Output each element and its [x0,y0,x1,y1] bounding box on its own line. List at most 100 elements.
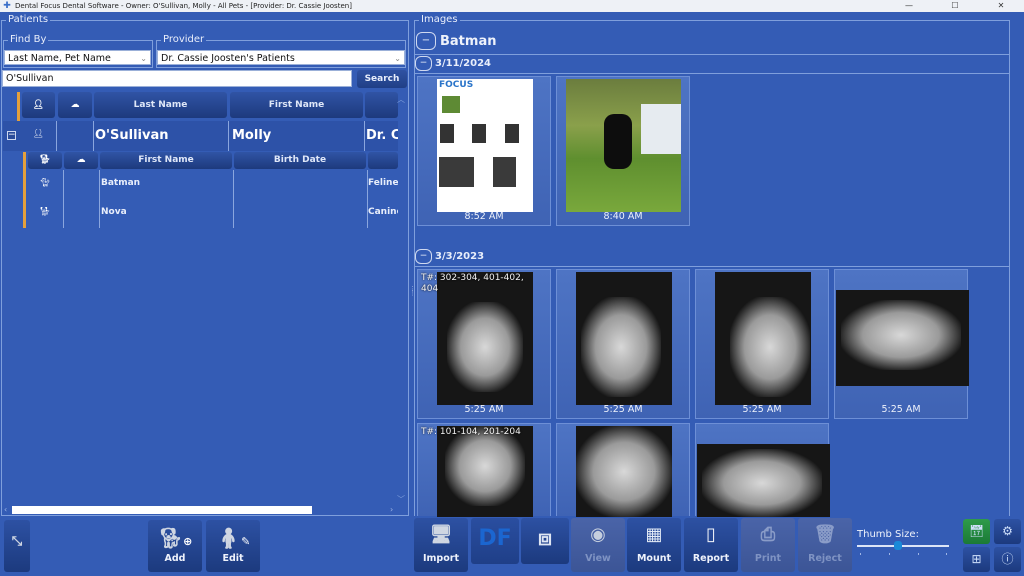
session-date: 3/11/2024 [435,58,492,69]
app-logo-icon: ✚ [3,1,11,11]
image-thumbnail[interactable]: 5:25 AM [834,269,969,419]
report-xray [493,157,516,187]
collapse-session-button[interactable]: − [415,249,432,264]
xray-image [437,426,533,517]
find-by-select[interactable]: Last Name, Pet Name ⌄ [4,50,151,65]
import-button[interactable]: 🖥︎ Import [414,518,468,572]
owner-icon-column-header[interactable]: 👤︎ [22,92,55,118]
report-xray [505,124,519,143]
first-name-column-header[interactable]: First Name [230,92,363,118]
minimize-button[interactable]: — [886,0,932,12]
info-icon: ⓘ [1001,552,1014,566]
pet-species: Feline [368,178,398,188]
search-input[interactable] [2,70,352,87]
xray-bone [576,426,672,517]
thumbnail-time: 8:40 AM [603,211,643,222]
pet-cloud-column-header[interactable]: ☁ [64,152,98,169]
slider-tick [946,553,947,555]
report-button[interactable]: ▯ Report [684,518,738,572]
divider [415,73,1010,74]
settings-button[interactable]: ⚙ [994,519,1021,544]
sensor-button[interactable]: ⧈ [521,518,569,564]
pet-first-name: Nova [101,207,127,217]
thumb-size-slider[interactable] [857,545,949,547]
calendar-button[interactable]: 📅︎ [963,519,990,544]
scroll-up-icon[interactable]: ︿ [397,94,405,105]
title-bar: ✚ Dental Focus Dental Software - Owner: … [0,0,1024,12]
report-xray [439,157,474,187]
image-thumbnail[interactable] [556,423,690,517]
thumb-size-slider-knob[interactable] [894,541,903,550]
cloud-column-header[interactable]: ☁ [58,92,92,118]
thumbnail-time: 8:52 AM [464,211,504,222]
image-thumbnail[interactable] [695,423,830,517]
image-thumbnail[interactable]: T#: 101-104, 201-204 [417,423,551,517]
add-button[interactable]: 🐕︎⊕ Add [148,520,202,572]
reject-button[interactable]: 🗑︎ Reject [798,518,852,572]
mount-button[interactable]: ▦ Mount [627,518,681,572]
scroll-right-icon[interactable]: › [390,505,393,514]
thumbnail-time: 5:25 AM [742,404,782,415]
horizontal-scrollbar[interactable]: ‹ › [4,505,398,515]
images-group-label: Images [419,14,460,25]
edit-label: Edit [222,553,244,564]
edit-button[interactable]: 🧍︎✎ Edit [206,520,260,572]
info-button[interactable]: ⓘ [994,547,1021,572]
provider-select[interactable]: Dr. Cassie Joosten's Patients ⌄ [157,50,405,65]
tooth-numbers-label: T#: 302-304, 401-402, 404 [421,273,524,294]
grid-icon: ⊞ [971,552,982,566]
thumbnail-time: 5:25 AM [881,404,921,415]
layout-grid-button[interactable]: ⊞ [963,547,990,572]
xray-bone [702,449,822,517]
image-thumbnail[interactable]: 5:25 AM [556,269,690,419]
gear-icon: ⚙ [1002,524,1013,538]
collapse-toggle[interactable]: − [7,131,16,140]
pet-icon-column-header[interactable]: 🐕︎ [28,152,62,169]
xray-bone [581,297,661,397]
view-button[interactable]: ◉ View [571,518,625,572]
pet-level-marker [23,152,26,228]
scrollbar-thumb[interactable] [12,506,312,514]
owner-row[interactable]: − 👤︎ O'Sullivan Molly Dr. C [3,121,398,151]
add-label: Add [164,553,186,564]
maximize-button[interactable]: ☐ [932,0,978,12]
report-page-icon: ▯ [706,524,716,545]
owner-last-name: O'Sullivan [95,128,169,143]
last-name-column-header[interactable]: Last Name [94,92,227,118]
image-thumbnail[interactable]: 8:40 AM [556,76,690,226]
collapse-patient-button[interactable]: − [416,32,436,50]
image-thumbnail[interactable]: FOCUS 8:52 AM [417,76,551,226]
view-label: View [585,553,611,564]
pet-first-name: Batman [101,178,141,188]
scroll-left-icon[interactable]: ‹ [4,505,7,514]
dental-focus-logo-icon: DF [478,526,512,551]
image-thumbnail[interactable]: T#: 302-304, 401-402, 404 5:25 AM [417,269,551,419]
dental-focus-button[interactable]: DF [471,518,519,564]
provider-column-header[interactable] [365,92,398,118]
column-divider [93,121,94,151]
species-column-header[interactable] [368,152,398,169]
thumbnail-time: 5:25 AM [603,404,643,415]
owner-level-marker [17,92,20,121]
monitor-icon: 🖥︎ [429,524,453,545]
xray-bone [730,297,810,397]
print-button[interactable]: ⎙ Print [741,518,795,572]
find-by-label: Find By [8,34,49,45]
mount-grid-icon: ▦ [645,524,663,545]
import-label: Import [423,553,459,564]
pet-first-name-column-header[interactable]: First Name [100,152,232,169]
image-thumbnail[interactable]: 5:25 AM [695,269,829,419]
images-patient-name: Batman [440,34,497,49]
scroll-down-icon[interactable]: ﹀ [397,494,405,505]
cat-icon: 🐈︎ [39,178,51,188]
report-photo [442,96,460,113]
photo-house [641,104,681,154]
pet-species: Canine [368,207,398,217]
report-label: Report [692,553,730,564]
collapse-panel-button[interactable]: ⤡ [4,520,30,572]
close-button[interactable]: ✕ [978,0,1024,12]
owner-provider: Dr. C [366,128,398,143]
search-button[interactable]: Search [357,70,407,88]
collapse-session-button[interactable]: − [415,56,432,71]
birth-date-column-header[interactable]: Birth Date [234,152,366,169]
